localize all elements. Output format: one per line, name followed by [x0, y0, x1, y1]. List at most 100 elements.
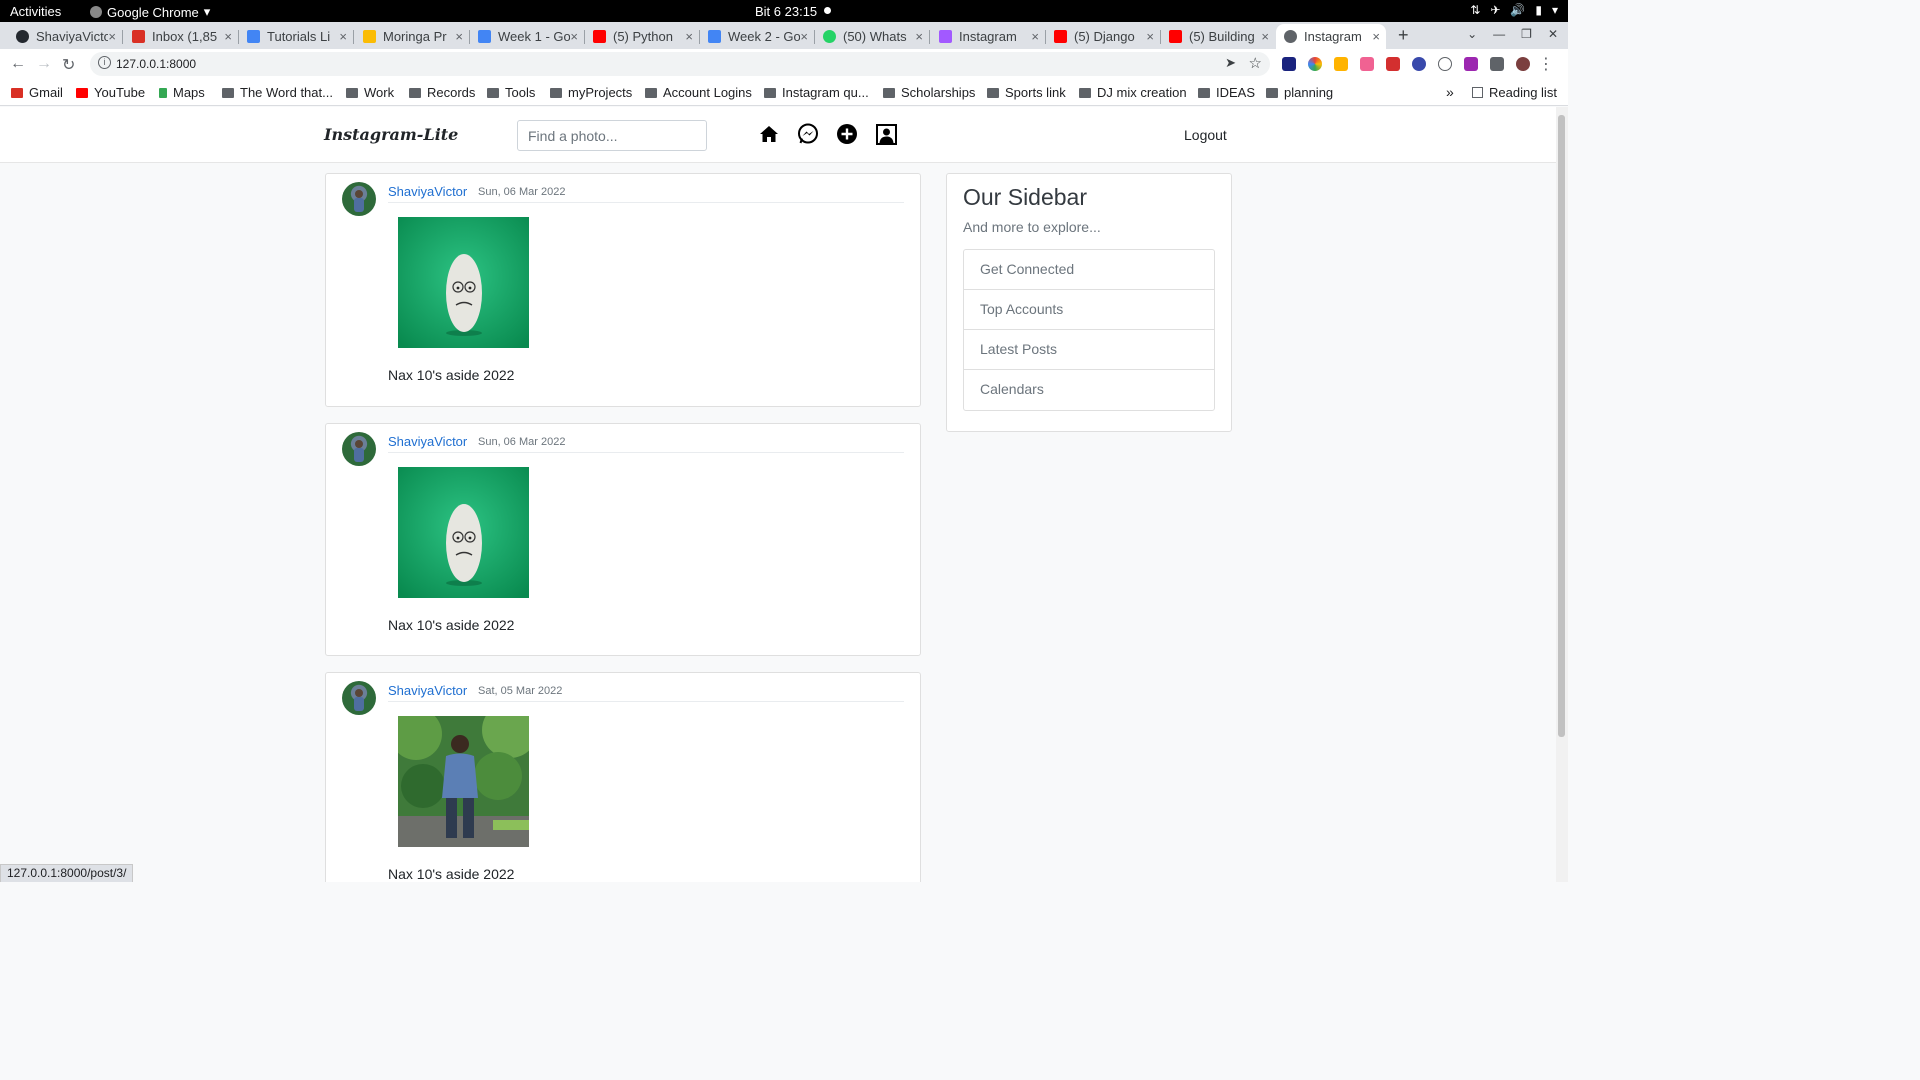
tab[interactable]: Moringa Pr × [355, 24, 470, 49]
post-image[interactable] [398, 716, 529, 847]
avatar[interactable] [342, 681, 376, 715]
profile-avatar-icon[interactable] [1516, 57, 1530, 71]
extension-icon[interactable] [1438, 57, 1452, 71]
more-bookmarks-icon[interactable]: » [1446, 84, 1454, 100]
add-post-icon[interactable] [836, 123, 858, 145]
puzzle-icon[interactable] [1490, 57, 1504, 71]
close-icon[interactable]: × [455, 29, 463, 44]
extension-icon[interactable] [1334, 57, 1348, 71]
close-icon[interactable]: × [1146, 29, 1154, 44]
post-image[interactable] [398, 217, 529, 348]
search-input[interactable] [517, 120, 707, 151]
tab[interactable]: Week 1 - Go × [470, 24, 585, 49]
brand-logo[interactable]: Instagram-Lite [324, 125, 458, 144]
color-picker-icon[interactable] [1308, 57, 1322, 71]
tab[interactable]: Instagram × [931, 24, 1046, 49]
bookmark-folder[interactable]: myProjects [550, 85, 632, 100]
tab[interactable]: (5) Django × [1046, 24, 1161, 49]
avatar[interactable] [342, 432, 376, 466]
logout-link[interactable]: Logout [1184, 127, 1227, 143]
bookmark-folder[interactable]: Records [409, 85, 475, 100]
extension-icon[interactable] [1360, 57, 1374, 71]
close-window-icon[interactable]: ✕ [1548, 27, 1558, 41]
extension-icon[interactable] [1412, 57, 1426, 71]
send-icon[interactable]: ➤ [1225, 55, 1236, 71]
bookmark-item[interactable]: YouTube [76, 85, 145, 100]
pen-icon[interactable] [1464, 57, 1478, 71]
gmail-icon [11, 87, 23, 98]
bookmark-folder[interactable]: IDEAS [1198, 85, 1255, 100]
close-icon[interactable]: × [1031, 29, 1039, 44]
avatar[interactable] [342, 182, 376, 216]
new-tab-button[interactable]: + [1398, 25, 1409, 46]
close-icon[interactable]: × [108, 29, 116, 44]
tab[interactable]: ShaviyaVictor × [8, 24, 123, 49]
bookmark-label: DJ mix creation [1097, 85, 1187, 100]
tab[interactable]: (50) Whats × [815, 24, 930, 49]
tab-search-icon[interactable]: ⌄ [1467, 27, 1477, 41]
app-menu[interactable]: Google Chrome ▾ [90, 4, 210, 20]
address-bar[interactable]: i 127.0.0.1:8000 ➤ ☆ [90, 52, 1270, 76]
bookmark-item[interactable]: Maps [159, 85, 205, 100]
minimize-icon[interactable]: — [1493, 27, 1505, 41]
close-icon[interactable]: × [339, 29, 347, 44]
post-username[interactable]: ShaviyaVictor [388, 683, 467, 698]
close-icon[interactable]: × [570, 29, 578, 44]
clock[interactable]: Bit 6 23:15 [755, 4, 817, 19]
reading-list-button[interactable]: Reading list [1472, 85, 1557, 100]
close-icon[interactable]: × [1372, 29, 1380, 44]
activities-button[interactable]: Activities [10, 4, 61, 19]
back-icon[interactable]: ← [10, 55, 26, 73]
tab[interactable]: (5) Python × [585, 24, 700, 49]
post-username[interactable]: ShaviyaVictor [388, 434, 467, 449]
scrollbar-thumb[interactable] [1558, 115, 1565, 737]
bookmark-folder[interactable]: Work [346, 85, 394, 100]
bookmark-folder[interactable]: DJ mix creation [1079, 85, 1187, 100]
post-image[interactable] [398, 467, 529, 598]
notification-dot [824, 7, 831, 14]
bookmark-folder[interactable]: Sports link [987, 85, 1066, 100]
tab[interactable]: Inbox (1,85 × [124, 24, 239, 49]
site-info-icon[interactable]: i [98, 56, 111, 69]
bookmark-label: Records [427, 85, 476, 100]
close-icon[interactable]: × [1261, 29, 1269, 44]
close-icon[interactable]: × [915, 29, 923, 44]
sidebar-item-calendars[interactable]: Calendars [964, 370, 1214, 410]
tab-active[interactable]: Instagram × [1276, 24, 1386, 49]
close-icon[interactable]: × [800, 29, 808, 44]
pdf-icon[interactable] [1386, 57, 1400, 71]
bookmark-folder[interactable]: Tools [487, 85, 535, 100]
system-tray[interactable]: ⇅ ✈ 🔊 ▮ ▾ [1470, 3, 1558, 17]
post-date: Sat, 05 Mar 2022 [478, 685, 563, 697]
post-username[interactable]: ShaviyaVictor [388, 184, 467, 199]
bookmark-folder[interactable]: planning [1266, 85, 1333, 100]
extension-icon[interactable] [1282, 57, 1296, 71]
page-scrollbar[interactable] [1556, 107, 1568, 882]
bookmark-folder[interactable]: Instagram qu... [764, 85, 869, 100]
tray-menu-icon: ▾ [1551, 3, 1558, 17]
profile-icon[interactable] [875, 123, 897, 145]
tab[interactable]: (5) Building × [1161, 24, 1275, 49]
home-icon[interactable] [758, 123, 780, 145]
chrome-menu-icon[interactable]: ⋮ [1538, 54, 1554, 74]
sidebar-item-top-accounts[interactable]: Top Accounts [964, 290, 1214, 330]
close-icon[interactable]: × [685, 29, 693, 44]
sidebar-item-latest-posts[interactable]: Latest Posts [964, 330, 1214, 370]
reload-icon[interactable]: ↻ [62, 55, 75, 75]
folder-icon [764, 87, 776, 98]
tab-label: Instagram [959, 29, 1017, 44]
sidebar-list: Get Connected Top Accounts Latest Posts … [963, 249, 1215, 411]
bookmark-folder[interactable]: The Word that... [222, 85, 333, 100]
bookmark-folder[interactable]: Account Logins [645, 85, 752, 100]
bookmark-item[interactable]: Gmail [11, 85, 63, 100]
forward-icon[interactable]: → [36, 55, 52, 73]
bookmark-star-icon[interactable]: ☆ [1249, 54, 1262, 72]
close-icon[interactable]: × [224, 29, 232, 44]
messenger-icon[interactable] [797, 123, 819, 145]
tab[interactable]: Week 2 - Go × [700, 24, 815, 49]
tab[interactable]: Tutorials Li × [239, 24, 354, 49]
sidebar-item-get-connected[interactable]: Get Connected [964, 250, 1214, 290]
url-text[interactable]: 127.0.0.1:8000 [116, 57, 196, 71]
restore-icon[interactable]: ❐ [1521, 27, 1532, 41]
bookmark-folder[interactable]: Scholarships [883, 85, 975, 100]
